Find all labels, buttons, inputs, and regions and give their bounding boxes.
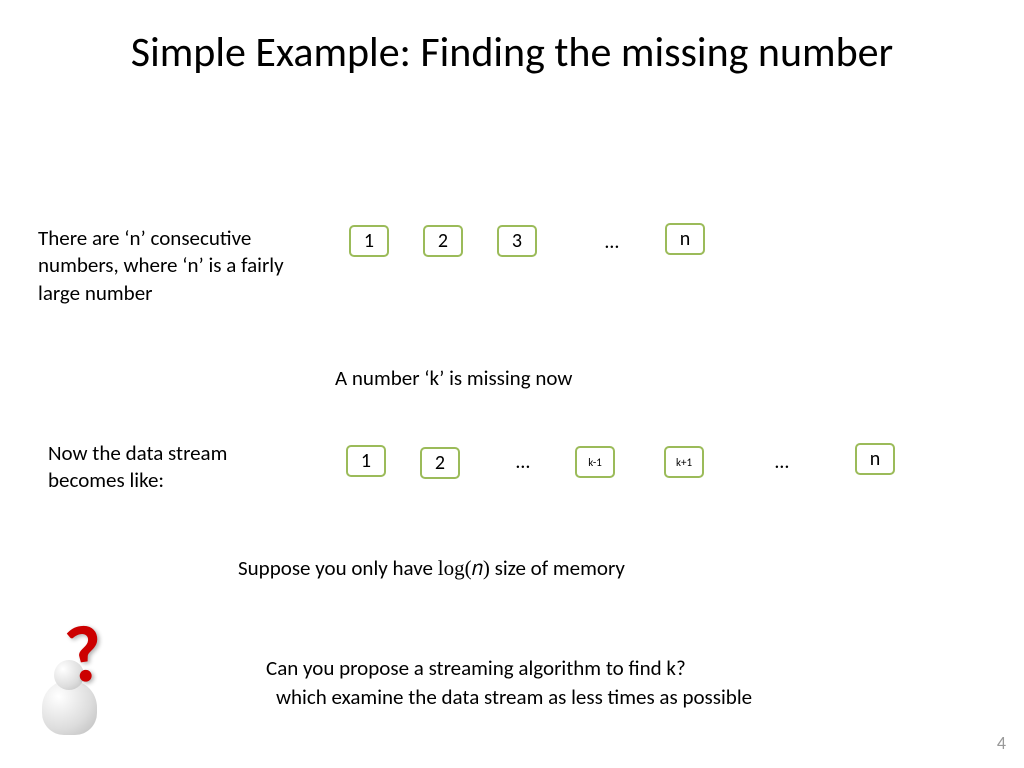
memory-post: size of memory <box>490 555 625 581</box>
memory-pre: Suppose you only have <box>238 555 438 581</box>
row2-box-k-1: k-1 <box>575 446 615 478</box>
intro-text: There are ‘n’ consecutive numbers, where… <box>38 225 298 307</box>
row2-box-n: n <box>855 443 895 475</box>
memory-text: Suppose you only have log(𝑛) size of mem… <box>238 555 625 582</box>
row1-ellipsis: … <box>605 230 619 254</box>
row1-box-n: n <box>665 223 705 255</box>
row2-ellipsis-2: … <box>775 450 789 474</box>
row2-box-2: 2 <box>420 447 460 479</box>
stream-text: Now the data stream becomes like: <box>48 440 308 495</box>
page-number: 4 <box>997 732 1006 754</box>
missing-text: A number ‘k’ is missing now <box>335 365 572 392</box>
question-2: which examine the data stream as less ti… <box>276 684 752 711</box>
slide-title: Simple Example: Finding the missing numb… <box>0 0 1024 78</box>
row1-box-3: 3 <box>497 225 537 257</box>
question-mark-figure: ? <box>32 618 142 738</box>
row1-box-2: 2 <box>423 225 463 257</box>
row2-box-k+1: k+1 <box>664 446 704 478</box>
row1-box-1: 1 <box>349 225 389 257</box>
memory-math: log(𝑛) <box>438 556 490 580</box>
question-1: Can you propose a streaming algorithm to… <box>266 655 686 682</box>
row2-ellipsis-1: … <box>516 450 530 474</box>
row2-box-1: 1 <box>346 445 386 477</box>
